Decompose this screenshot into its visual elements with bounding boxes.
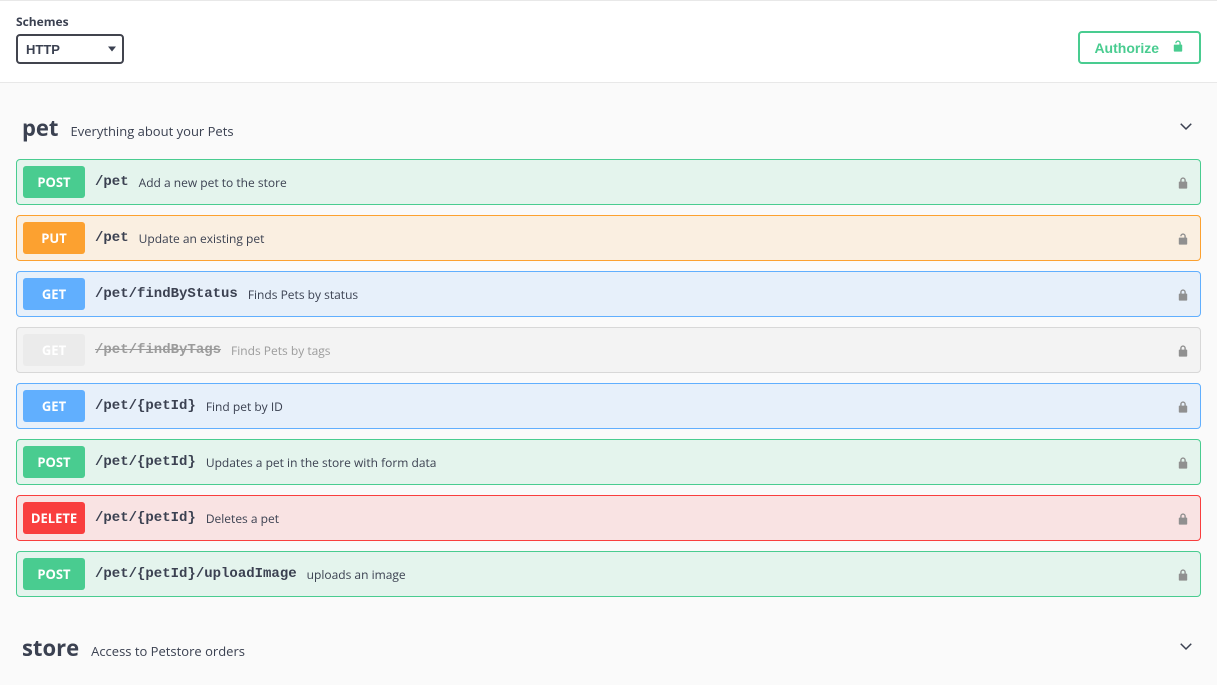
chevron-down-icon bbox=[1177, 117, 1195, 140]
lock-icon[interactable] bbox=[1176, 342, 1190, 358]
op-post-petid[interactable]: POST /pet/{petId} Updates a pet in the s… bbox=[16, 439, 1201, 485]
method-badge: POST bbox=[23, 446, 85, 478]
lock-icon[interactable] bbox=[1176, 398, 1190, 414]
scheme-select-wrap: HTTP bbox=[16, 34, 124, 64]
tag-name: store bbox=[22, 633, 79, 663]
method-badge: GET bbox=[23, 334, 85, 366]
lock-icon[interactable] bbox=[1176, 286, 1190, 302]
op-delete-petid[interactable]: DELETE /pet/{petId} Deletes a pet bbox=[16, 495, 1201, 541]
topbar: Schemes HTTP Authorize bbox=[0, 0, 1217, 83]
op-path: /pet/{petId}/uploadImage bbox=[95, 566, 297, 582]
method-badge: DELETE bbox=[23, 502, 85, 534]
method-badge: PUT bbox=[23, 222, 85, 254]
scheme-select[interactable]: HTTP bbox=[16, 34, 124, 64]
method-badge: POST bbox=[23, 166, 85, 198]
op-get-findbytags[interactable]: GET /pet/findByTags Finds Pets by tags bbox=[16, 327, 1201, 373]
op-put-pet[interactable]: PUT /pet Update an existing pet bbox=[16, 215, 1201, 261]
tag-name: pet bbox=[22, 113, 58, 143]
main-container: pet Everything about your Pets POST /pet… bbox=[0, 83, 1217, 685]
op-path: /pet/{petId} bbox=[95, 398, 196, 414]
operations-list-pet: POST /pet Add a new pet to the store PUT… bbox=[16, 159, 1201, 597]
schemes-label: Schemes bbox=[16, 13, 124, 30]
op-path: /pet/{petId} bbox=[95, 510, 196, 526]
op-summary: uploads an image bbox=[307, 566, 406, 583]
op-post-uploadimage[interactable]: POST /pet/{petId}/uploadImage uploads an… bbox=[16, 551, 1201, 597]
op-summary: Deletes a pet bbox=[206, 510, 279, 527]
op-summary: Finds Pets by tags bbox=[231, 342, 330, 359]
authorize-button[interactable]: Authorize bbox=[1078, 31, 1201, 64]
chevron-down-icon bbox=[1177, 637, 1195, 660]
op-summary: Add a new pet to the store bbox=[139, 174, 287, 191]
schemes-block: Schemes HTTP bbox=[16, 13, 124, 64]
op-path: /pet bbox=[95, 174, 129, 190]
method-badge: POST bbox=[23, 558, 85, 590]
tag-header-pet[interactable]: pet Everything about your Pets bbox=[16, 105, 1201, 155]
op-summary: Find pet by ID bbox=[206, 398, 283, 415]
tag-description: Everything about your Pets bbox=[70, 122, 233, 140]
op-path: /pet/{petId} bbox=[95, 454, 196, 470]
op-get-petid[interactable]: GET /pet/{petId} Find pet by ID bbox=[16, 383, 1201, 429]
op-post-pet[interactable]: POST /pet Add a new pet to the store bbox=[16, 159, 1201, 205]
op-summary: Finds Pets by status bbox=[248, 286, 358, 303]
authorize-label: Authorize bbox=[1094, 40, 1159, 56]
tag-header-store[interactable]: store Access to Petstore orders bbox=[16, 625, 1201, 675]
lock-icon[interactable] bbox=[1176, 510, 1190, 526]
op-get-findbystatus[interactable]: GET /pet/findByStatus Finds Pets by stat… bbox=[16, 271, 1201, 317]
lock-icon[interactable] bbox=[1176, 174, 1190, 190]
op-summary: Updates a pet in the store with form dat… bbox=[206, 454, 437, 471]
op-path: /pet bbox=[95, 230, 129, 246]
lock-icon[interactable] bbox=[1176, 566, 1190, 582]
method-badge: GET bbox=[23, 278, 85, 310]
lock-open-icon bbox=[1171, 39, 1185, 56]
method-badge: GET bbox=[23, 390, 85, 422]
lock-open-icon[interactable] bbox=[1176, 230, 1190, 246]
tag-description: Access to Petstore orders bbox=[91, 642, 245, 660]
op-path: /pet/findByTags bbox=[95, 342, 221, 358]
op-path: /pet/findByStatus bbox=[95, 286, 238, 302]
op-summary: Update an existing pet bbox=[139, 230, 265, 247]
lock-icon[interactable] bbox=[1176, 454, 1190, 470]
